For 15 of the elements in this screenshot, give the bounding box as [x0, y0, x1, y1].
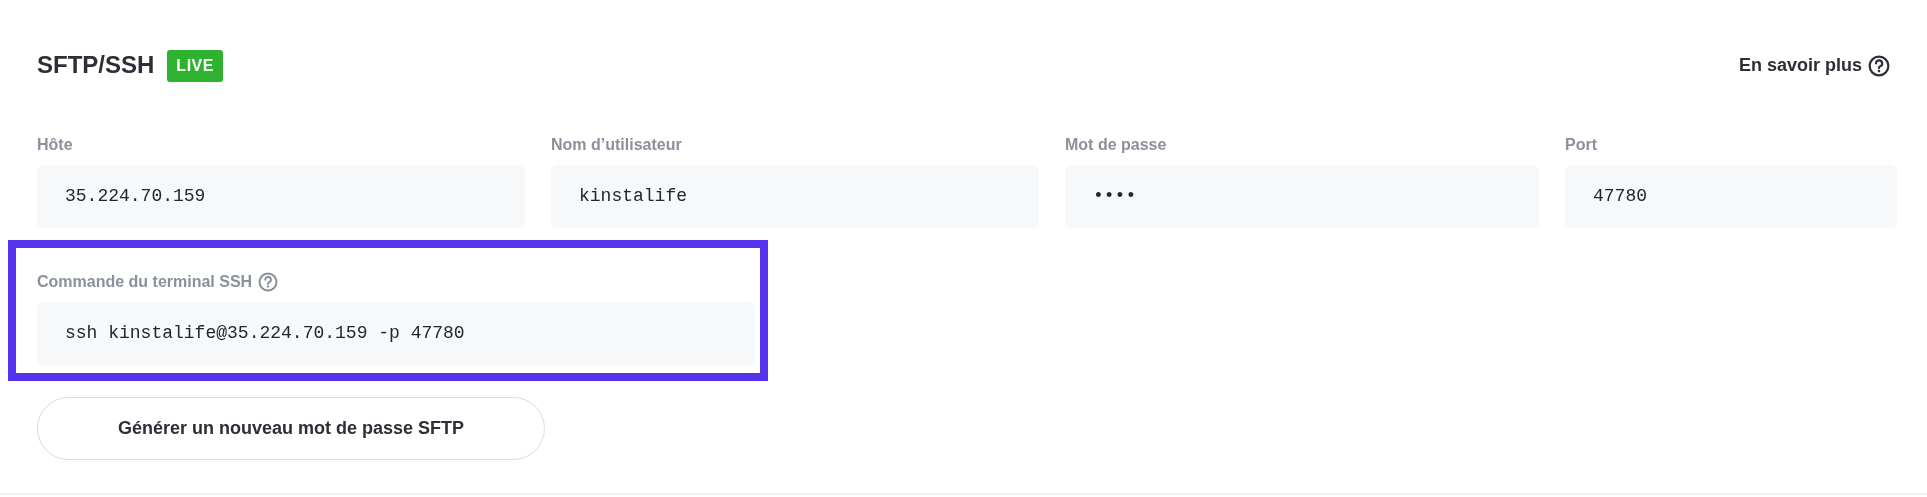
- field-label: Mot de passe: [1065, 135, 1167, 155]
- input-field[interactable]: kinstalife: [551, 165, 1039, 228]
- learn-more-link[interactable]: En savoir plus: [1738, 52, 1862, 79]
- input-field[interactable]: 35.224.70.159: [37, 165, 525, 228]
- generate-password-button[interactable]: Générer un nouveau mot de passe SFTP: [37, 397, 545, 460]
- field-label: Nom d’utilisateur: [551, 135, 682, 155]
- field-label: Commande du terminal SSH: [37, 272, 253, 292]
- input-field[interactable]: 47780: [1565, 165, 1897, 228]
- status-badge: LIVE: [167, 49, 223, 82]
- input-field[interactable]: ••••: [1065, 165, 1539, 228]
- input-field[interactable]: ssh kinstalife@35.224.70.159 -p 47780: [37, 302, 755, 365]
- field-label: Port: [1565, 135, 1597, 155]
- field-label: Hôte: [37, 135, 73, 155]
- help-icon[interactable]: [1868, 54, 1890, 77]
- section-title: SFTP/SSH: [37, 51, 155, 80]
